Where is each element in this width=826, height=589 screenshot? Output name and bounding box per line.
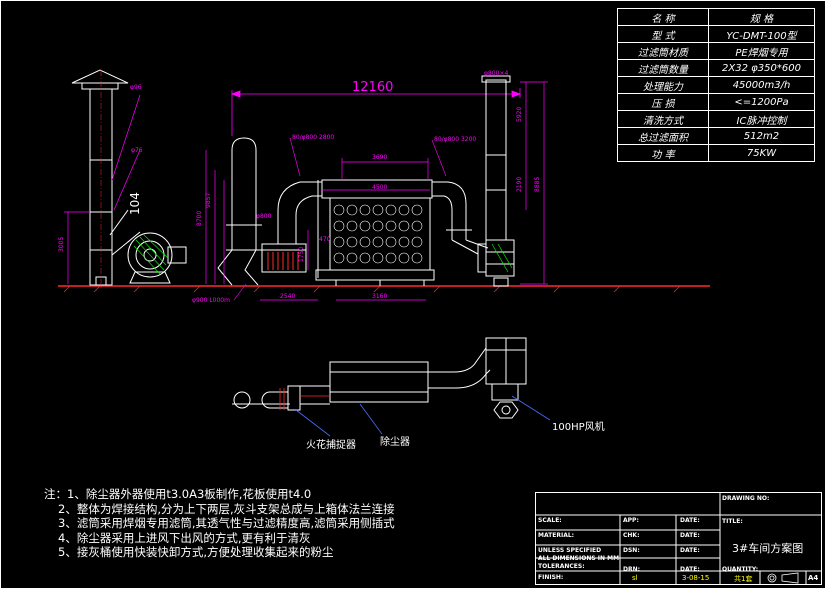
note-line: 3、滤筒采用焊烟专用滤筒,其透气性与过滤精度高,滤筒采用侧插式 [58,516,395,530]
spec-row: 型 式 YC-DMT-100型 [617,25,815,43]
cap-label: φ96 [130,84,142,91]
dim-3005: 3005 [58,236,65,252]
plan-view [232,337,527,419]
tb-date-label-3: DATE: [680,547,700,554]
spec-key: 功 率 [617,144,709,162]
spec-row: 功 率 75KW [617,144,815,162]
left-fan [109,209,187,284]
duct-label-left: 80/φ800 2800 [292,134,335,141]
note-line: 2、整体为焊接结构,分为上下两层,灰斗支架总成与上箱体法兰连接 [58,501,395,516]
tb-scale-label: SCALE: [538,517,562,524]
overall-dimension [230,88,522,136]
spec-value: IC脉冲控制 [708,110,815,128]
tb-app-label: APP: [623,517,639,524]
note-line: 注：1、除尘器外器使用t3.0A3板制作,花板使用t4.0 [44,487,312,501]
dim-5920: 5920 [516,106,523,122]
projection-symbol [767,572,799,584]
spec-key: 型 式 [617,25,709,43]
left-stack-dims [64,94,141,284]
inlet-duct [277,181,322,244]
tb-quantity-value: 共1套 [734,575,753,583]
tb-all-dims-label: ALL DIMENSIONS IN MM [538,555,620,562]
dim-2540: 2540 [280,293,296,300]
note-line: 5、接灰桶使用快装快卸方式,方便处理收集起来的粉尘 [58,545,334,559]
title-block-lines [535,492,822,585]
spec-value: 75KW [708,144,815,162]
spec-row: 清洗方式 IC脉冲控制 [617,110,815,128]
tb-unless-label: UNLESS SPECIFIED [538,547,602,554]
spec-key: 清洗方式 [617,110,709,128]
left-vertical-duct [217,137,262,286]
spec-header-name: 名 称 [617,8,709,26]
right-fan [477,239,515,287]
spec-value: PE焊烟专用 [708,42,815,60]
spec-value: 2X32 φ350*600 [708,59,815,77]
spec-table-header: 名 称 规 格 [617,8,815,26]
spec-row: 处理能力 45000m3/h [617,76,815,94]
spec-value: 512m2 [708,127,815,145]
dim-overall-length: 12160 [352,80,394,95]
tb-finish-label: FINISH: [538,574,564,581]
dim-470: 470 [319,236,331,243]
right-fan-hatch [491,243,513,273]
dim-4500: 4500 [372,184,388,191]
dim-2190: 2190 [516,176,523,192]
spark-arrester-fins [267,252,299,270]
spec-value: YC-DMT-100型 [708,25,815,43]
tb-tolerances-label: TOLERANCES: [538,563,585,570]
pipe-label-2: φ900 L000m [192,297,230,304]
mid-label: φ76 [131,147,143,154]
spec-value: 45000m3/h [708,76,815,94]
note-line: 4、除尘器采用上进风下出风的方式,更有利于清灰 [58,530,311,545]
dim-3690: 3690 [372,154,388,161]
cad-drawing-canvas[interactable]: { "colors": { "background": "#000000", "… [0,0,826,589]
label-fan: 100HP风机 [552,422,605,433]
tb-material-label: MATERIAL: [538,532,575,539]
spec-key: 压 损 [617,93,709,111]
stack-label: φ800×4 [484,70,509,77]
tb-drawing-no-label: DRAWING NO: [722,495,770,502]
spec-table: 名 称 规 格 型 式 YC-DMT-100型 过滤筒材质 PE焊烟专用 过滤筒数量… [617,8,815,162]
collector-dims [260,158,430,301]
pipe-label-1: φ800 [256,213,272,220]
dim-1750: 1750 [298,246,305,262]
spec-key: 过滤筒材质 [617,42,709,60]
spec-key: 总过滤面积 [617,127,709,145]
spec-row: 总过滤面积 512m2 [617,127,815,145]
tb-drn-label: DRN: [623,566,641,573]
spec-row: 过滤筒数量 2X32 φ350*600 [617,59,815,77]
tb-title-label: TITLE: [722,518,743,525]
dim-3160: 3160 [372,293,388,300]
spec-row: 过滤筒材质 PE焊烟专用 [617,42,815,60]
duct-label-right: 80/φ800 3200 [434,136,477,143]
tb-sheet: A4 [808,574,819,582]
spec-key: 处理能力 [617,76,709,94]
tb-quantity-label: QUANTITY: [722,566,759,573]
dust-collector-legs [335,280,425,286]
right-stack [481,75,511,241]
tb-dsn-label: DSN: [623,547,640,554]
spec-value: <=1200Pa [708,93,815,111]
left-stack [71,69,129,286]
dim-104: 104 [128,192,142,215]
notes: 注：1、除尘器外器使用t3.0A3板制作,花板使用t4.0 2、整体为焊接结构,… [44,487,395,560]
outlet-duct [432,181,489,255]
tb-date-label-2: DATE: [680,532,700,539]
tb-date-value: 3-08-15 [682,574,710,582]
dim-8885: 8885 [534,176,541,192]
label-dust-collector: 除尘器 [380,437,410,448]
tb-chk-label: CHK: [623,532,640,539]
tb-date-label-4: DATE: [680,566,700,573]
ground-hatch [63,285,681,293]
dim-8700: 8700 [196,210,203,226]
tb-date-label-1: DATE: [680,517,700,524]
spec-key: 过滤筒数量 [617,59,709,77]
filter-cartridges [333,204,423,264]
label-fire-arrester: 火花捕捉器 [306,440,356,451]
spec-row: 压 损 <=1200Pa [617,93,815,111]
spec-header-spec: 规 格 [708,8,815,26]
tb-drn-value: sl [632,574,638,582]
tb-title: 3#车间方案图 [732,542,804,555]
dim-9857: 9857 [205,192,212,208]
